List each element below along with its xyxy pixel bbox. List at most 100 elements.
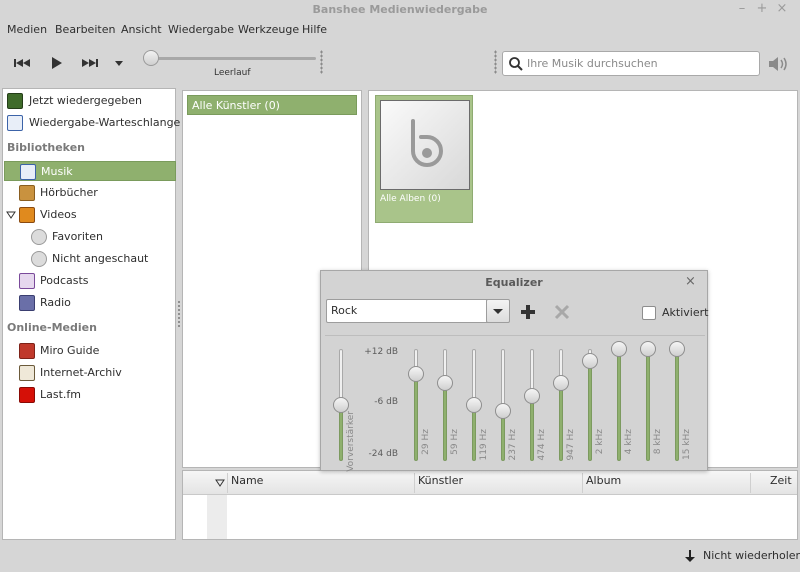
add-preset-button[interactable]	[519, 303, 537, 324]
menu-hilfe[interactable]: Hilfe	[302, 23, 327, 36]
menu-werkzeuge[interactable]: Werkzeuge	[238, 23, 299, 36]
band-slider-9-label: 15 kHz	[682, 429, 692, 461]
menu-ansicht[interactable]: Ansicht	[121, 23, 162, 36]
seek-slider-handle[interactable]	[143, 50, 159, 66]
artist-all-label: Alle Künstler (0)	[192, 99, 280, 112]
preamp-slider-fill[interactable]	[339, 405, 343, 461]
seek-slider-track[interactable]	[150, 57, 316, 60]
enabled-checkbox[interactable]	[642, 306, 656, 320]
band-slider-9-handle[interactable]	[669, 341, 685, 357]
plus-icon	[521, 305, 535, 319]
next-menu-button[interactable]	[110, 54, 130, 72]
equalizer-title: Equalizer	[485, 276, 543, 289]
archive-icon	[19, 365, 35, 381]
search-box[interactable]	[502, 51, 760, 76]
band-slider-0-handle[interactable]	[408, 365, 424, 382]
sidebar-item-label: Podcasts	[40, 274, 89, 287]
sidebar-item-audiobooks[interactable]: Hörbücher	[3, 183, 175, 203]
miro-icon	[19, 343, 35, 359]
sidebar-item-label: Radio	[40, 296, 71, 309]
column-header-time[interactable]: Zeit	[770, 474, 792, 487]
menu-bearbeiten[interactable]: Bearbeiten	[55, 23, 115, 36]
track-list-status-column	[207, 495, 227, 539]
search-input[interactable]	[525, 54, 755, 73]
speaker-volume-icon	[769, 57, 787, 71]
sidebar-item-miro-guide[interactable]: Miro Guide	[3, 341, 175, 361]
menu-medien[interactable]: Medien	[7, 23, 47, 36]
scale-max-label: +12 dB	[364, 347, 398, 357]
sidebar-item-play-queue[interactable]: Wiedergabe-Warteschlange	[3, 113, 180, 133]
sidebar-item-radio[interactable]: Radio	[3, 293, 175, 313]
band-slider-8-fill[interactable]	[646, 349, 650, 461]
expander-arrow-icon[interactable]	[6, 211, 16, 219]
play-button[interactable]	[46, 54, 66, 72]
chevron-down-icon	[493, 309, 503, 314]
preset-combo[interactable]: Rock	[326, 299, 509, 323]
band-slider-7-fill[interactable]	[617, 349, 621, 461]
sort-arrow-icon[interactable]	[215, 479, 225, 487]
sidebar-item-music[interactable]: Musik	[4, 161, 176, 181]
now-playing-icon	[7, 93, 23, 109]
pane-resize-grip[interactable]	[177, 300, 181, 328]
band-slider-9-fill[interactable]	[675, 349, 679, 461]
track-list: Name Künstler Album Zeit	[182, 470, 798, 540]
status-bar: Nicht wiederholen	[0, 542, 800, 572]
band-slider-2-fill[interactable]	[472, 405, 476, 461]
sidebar-item-podcasts[interactable]: Podcasts	[3, 271, 175, 291]
source-sidebar: Jetzt wiedergegeben Wiedergabe-Warteschl…	[2, 88, 180, 540]
dropdown-arrow-icon	[115, 61, 123, 66]
play-icon	[52, 57, 62, 69]
preset-dropdown-button[interactable]	[486, 299, 510, 323]
equalizer-dialog: Equalizer × Rock Aktiviert +12 dB -6 dB …	[320, 270, 709, 472]
skip-back-icon	[14, 59, 30, 67]
preamp-slider-label: Vorverstärker	[346, 411, 356, 472]
sidebar-item-label: Hörbücher	[40, 186, 98, 199]
column-header-name[interactable]: Name	[231, 474, 263, 487]
band-slider-7-label: 4 kHz	[624, 429, 634, 455]
band-slider-4-handle[interactable]	[524, 387, 540, 404]
band-slider-4-label: 474 Hz	[537, 429, 547, 461]
band-slider-6-fill[interactable]	[588, 361, 592, 461]
previous-button[interactable]	[12, 54, 32, 72]
sidebar-item-label: Jetzt wiedergegeben	[29, 94, 143, 107]
album-tile-all[interactable]: Alle Alben (0)	[375, 95, 473, 223]
band-slider-2-label: 119 Hz	[479, 429, 489, 461]
next-button[interactable]	[80, 54, 100, 72]
sidebar-item-label: Favoriten	[52, 230, 103, 243]
sidebar-item-label: Wiedergabe-Warteschlange	[29, 116, 181, 129]
band-slider-1-fill[interactable]	[443, 383, 447, 461]
column-header-artist[interactable]: Künstler	[418, 474, 463, 487]
close-icon[interactable]: ×	[685, 274, 696, 289]
scale-min-label: -24 dB	[368, 449, 398, 459]
radio-icon	[19, 295, 35, 311]
sidebar-item-internet-archive[interactable]: Internet-Archiv	[3, 363, 175, 383]
minimize-button[interactable]: –	[734, 1, 750, 17]
sidebar-item-videos[interactable]: Videos	[3, 205, 175, 225]
volume-button[interactable]	[767, 55, 789, 76]
sidebar-item-now-playing[interactable]: Jetzt wiedergegeben	[3, 91, 175, 111]
sidebar-item-favorites[interactable]: Favoriten	[3, 227, 175, 247]
menu-wiedergabe[interactable]: Wiedergabe	[168, 23, 234, 36]
online-media-heading: Online-Medien	[7, 321, 97, 334]
artist-row-all[interactable]: Alle Künstler (0)	[187, 95, 357, 115]
band-slider-7-handle[interactable]	[611, 341, 627, 357]
maximize-button[interactable]: +	[754, 1, 770, 17]
band-slider-5-fill[interactable]	[559, 383, 563, 461]
remove-preset-button[interactable]	[553, 303, 571, 324]
band-slider-0-fill[interactable]	[414, 373, 418, 461]
band-slider-5-label: 947 Hz	[566, 429, 576, 461]
toolbar-separator-grip	[494, 50, 497, 74]
track-list-header: Name Künstler Album Zeit	[183, 471, 797, 495]
band-slider-8-handle[interactable]	[640, 341, 656, 357]
band-slider-2-handle[interactable]	[466, 397, 482, 413]
sidebar-item-lastfm[interactable]: Last.fm	[3, 385, 175, 405]
column-header-album[interactable]: Album	[586, 474, 621, 487]
sidebar-item-unwatched[interactable]: Nicht angeschaut	[3, 249, 175, 269]
enabled-label: Aktiviert	[662, 306, 709, 319]
sidebar-item-label: Miro Guide	[40, 344, 100, 357]
close-window-button[interactable]: ×	[774, 1, 790, 17]
repeat-mode-label: Nicht wiederholen	[703, 549, 800, 562]
band-slider-4-fill[interactable]	[530, 395, 534, 461]
banshee-logo-icon	[411, 119, 443, 167]
band-slider-1-label: 59 Hz	[450, 429, 460, 455]
